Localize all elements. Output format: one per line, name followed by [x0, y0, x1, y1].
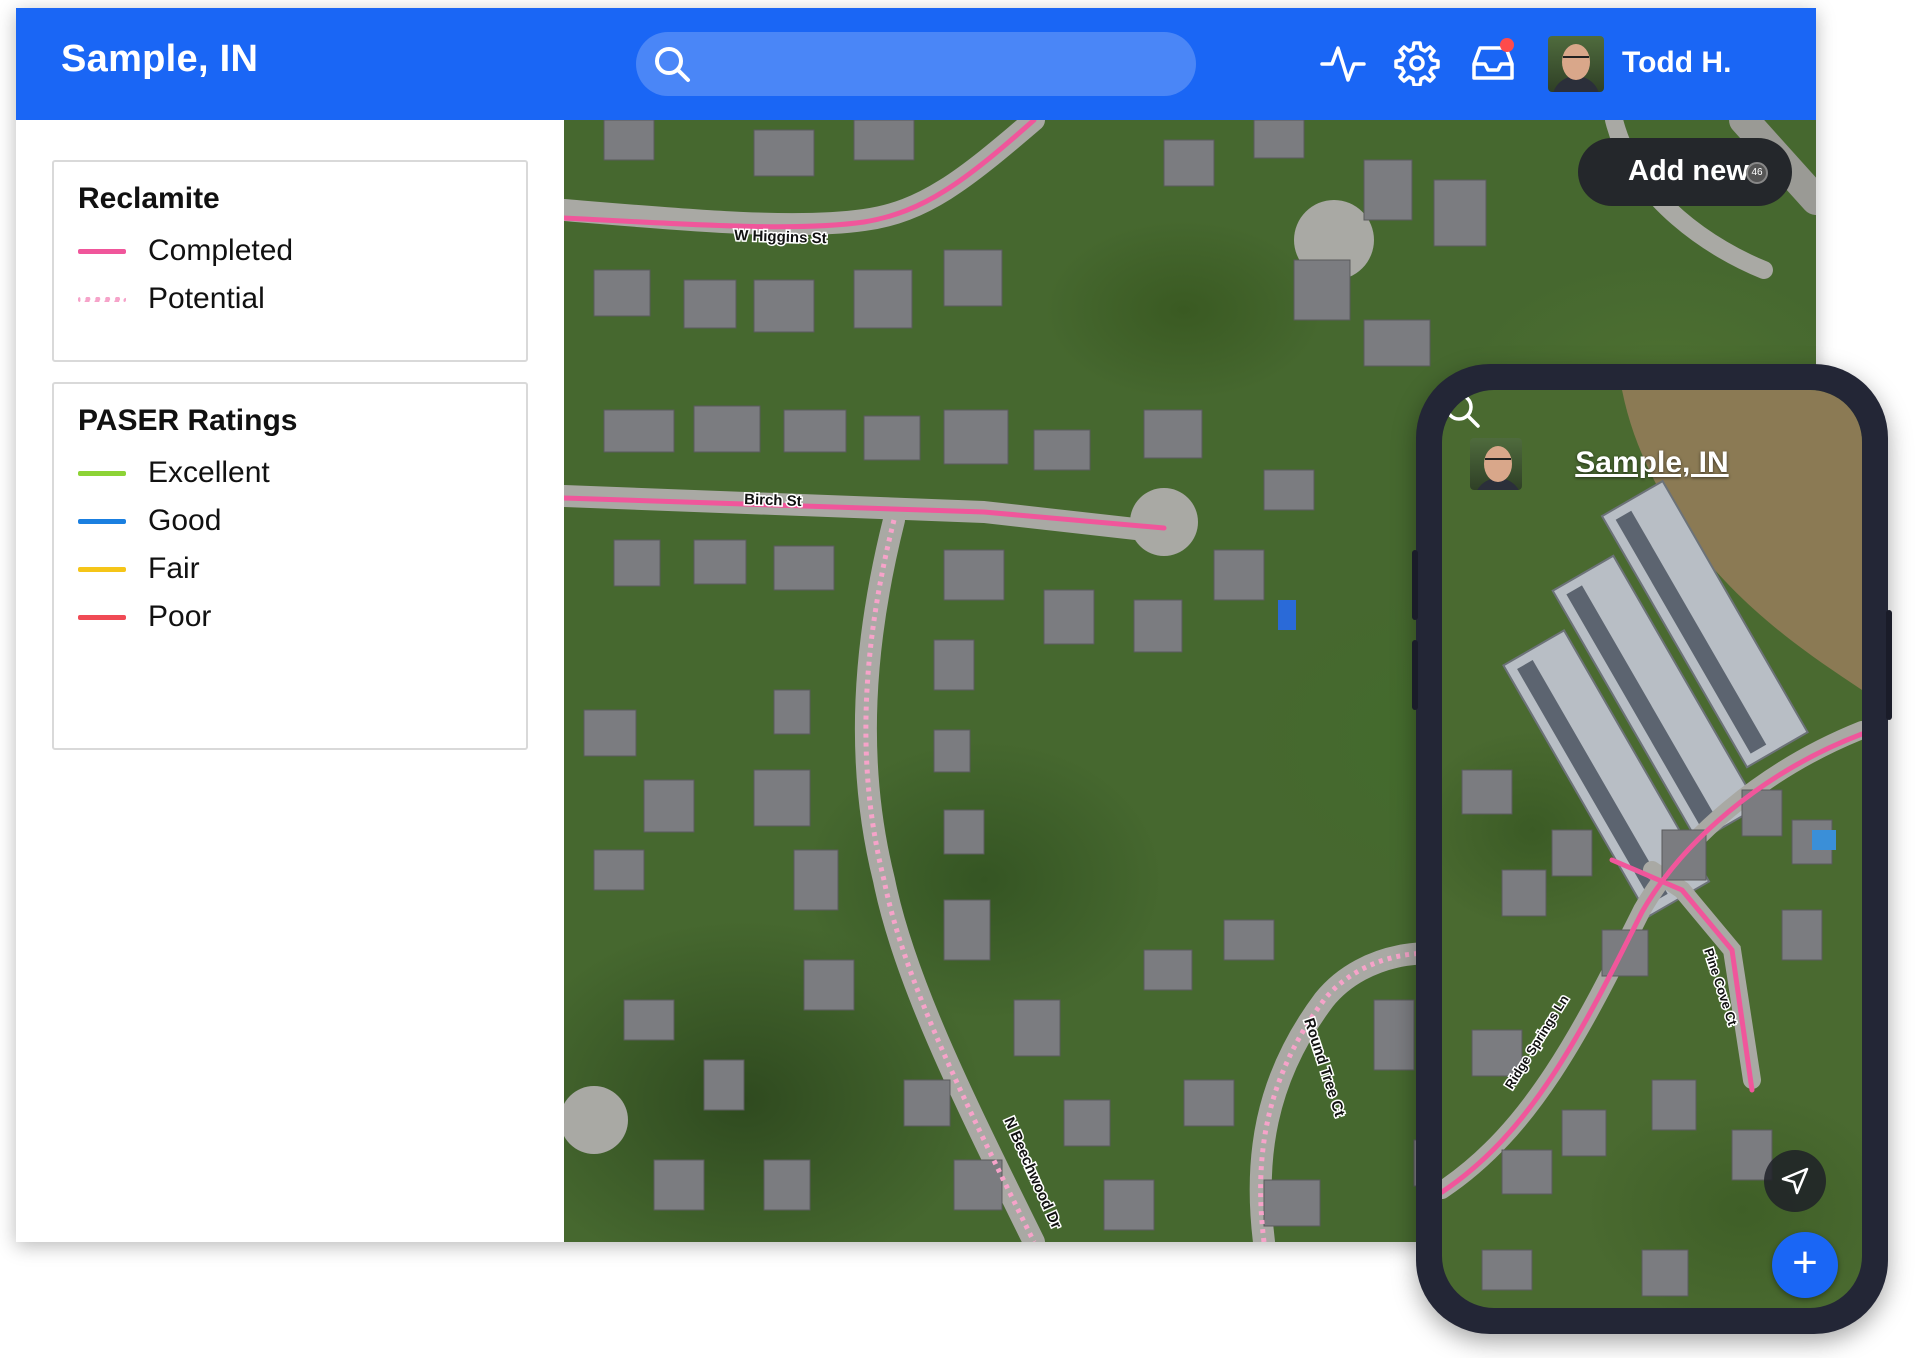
legend-label: Good	[148, 504, 222, 537]
legend-label: Completed	[148, 234, 294, 267]
legend-swatch	[78, 519, 126, 524]
notification-dot	[1500, 38, 1514, 52]
street-label: Birch St	[744, 491, 802, 510]
legend-item-poor: Poor	[78, 598, 498, 638]
cul-de-sac	[564, 1086, 628, 1154]
legend-swatch	[78, 249, 126, 254]
search-input[interactable]	[636, 32, 1196, 96]
legend-title: PASER Ratings	[78, 404, 298, 437]
app-title[interactable]: Sample, IN	[61, 38, 258, 81]
legend-card-paser: PASER Ratings Excellent Good Fair Poor	[52, 382, 528, 750]
legend-label: Poor	[148, 600, 212, 633]
legend-label: Fair	[148, 552, 200, 585]
legend-sidebar: Reclamite Completed Potential PASER Rati…	[16, 120, 564, 1242]
top-navigation-bar: Sample, IN Todd H.	[16, 8, 1816, 120]
avatar[interactable]	[1548, 36, 1604, 92]
legend-swatch	[78, 615, 126, 620]
navigation-arrow-icon	[1781, 1167, 1809, 1195]
legend-title: Reclamite	[78, 182, 220, 215]
legend-swatch	[78, 297, 126, 302]
add-new-count-badge: 46	[1746, 162, 1768, 184]
add-new-label: Add new	[1628, 155, 1749, 187]
legend-item-potential: Potential	[78, 280, 498, 320]
search-icon	[655, 47, 690, 82]
mobile-map-screen[interactable]: Ridge Springs Ln Pine Cove Ct Sample, IN…	[1442, 390, 1862, 1308]
pool	[1278, 600, 1296, 630]
mobile-device: Ridge Springs Ln Pine Cove Ct Sample, IN…	[1412, 364, 1892, 1334]
settings-icon[interactable]	[1394, 40, 1440, 86]
legend-item-completed: Completed	[78, 232, 498, 272]
pool	[1812, 830, 1836, 850]
search-icon[interactable]	[1442, 390, 1482, 430]
street-label: W Higgins St	[734, 227, 827, 247]
cul-de-sac	[1130, 488, 1198, 556]
legend-label: Potential	[148, 282, 265, 315]
legend-item-excellent: Excellent	[78, 454, 498, 494]
add-button[interactable]: +	[1772, 1232, 1838, 1298]
add-new-button[interactable]: Add new 46	[1578, 138, 1792, 206]
locate-button[interactable]	[1764, 1150, 1826, 1212]
legend-item-good: Good	[78, 502, 498, 542]
user-name[interactable]: Todd H.	[1622, 46, 1731, 80]
legend-card-reclamite: Reclamite Completed Potential	[52, 160, 528, 362]
street-label: Round Tree Ct	[1300, 1016, 1348, 1119]
legend-label: Excellent	[148, 456, 270, 489]
legend-swatch	[78, 471, 126, 476]
legend-item-fair: Fair	[78, 550, 498, 590]
activity-icon[interactable]	[1320, 40, 1366, 86]
legend-swatch	[78, 567, 126, 572]
mobile-app-title[interactable]: Sample, IN	[1442, 446, 1862, 480]
